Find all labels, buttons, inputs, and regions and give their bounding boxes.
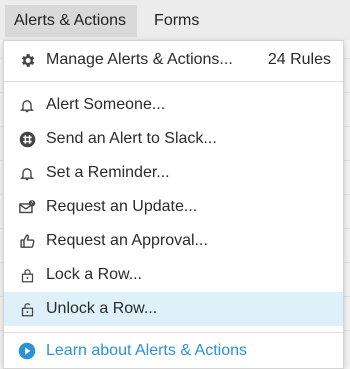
lock-icon: [18, 266, 36, 284]
send-alert-slack-label: Send an Alert to Slack...: [46, 130, 217, 147]
manage-alerts-actions-item[interactable]: Manage Alerts & Actions... 24 Rules: [4, 43, 343, 77]
alert-someone-item[interactable]: Alert Someone...: [4, 88, 343, 122]
top-tab-bar: Alerts & Actions Forms: [0, 0, 350, 40]
unlock-icon: [18, 300, 36, 318]
gear-icon: [18, 51, 36, 69]
lock-row-item[interactable]: Lock a Row...: [4, 258, 343, 292]
send-alert-slack-item[interactable]: Send an Alert to Slack...: [4, 122, 343, 156]
bell-icon: [18, 164, 36, 182]
learn-about-alerts-link[interactable]: Learn about Alerts & Actions: [4, 334, 343, 368]
divider: [4, 332, 343, 333]
unlock-row-item[interactable]: Unlock a Row...: [4, 292, 343, 326]
set-reminder-label: Set a Reminder...: [46, 164, 170, 181]
request-update-label: Request an Update...: [46, 198, 198, 215]
alert-someone-label: Alert Someone...: [46, 96, 166, 113]
unlock-row-label: Unlock a Row...: [46, 300, 158, 317]
set-reminder-item[interactable]: Set a Reminder...: [4, 156, 343, 190]
tab-alerts-actions[interactable]: Alerts & Actions: [5, 5, 138, 37]
request-approval-label: Request an Approval...: [46, 232, 208, 249]
request-update-item[interactable]: ? Request an Update...: [4, 190, 343, 224]
thumbs-up-icon: [18, 232, 36, 250]
request-approval-item[interactable]: Request an Approval...: [4, 224, 343, 258]
divider: [4, 81, 343, 82]
slack-icon: [18, 130, 36, 148]
tab-forms[interactable]: Forms: [145, 5, 210, 37]
alerts-actions-dropdown-menu: Manage Alerts & Actions... 24 Rules Aler…: [3, 40, 344, 369]
play-circle-icon: [18, 342, 36, 360]
bell-icon: [18, 96, 36, 114]
rules-count: 24 Rules: [267, 51, 331, 68]
manage-alerts-actions-label: Manage Alerts & Actions...: [46, 51, 233, 68]
svg-text:?: ?: [31, 201, 34, 207]
lock-row-label: Lock a Row...: [46, 266, 143, 283]
learn-about-alerts-label: Learn about Alerts & Actions: [46, 342, 248, 359]
envelope-update-icon: ?: [18, 198, 36, 216]
